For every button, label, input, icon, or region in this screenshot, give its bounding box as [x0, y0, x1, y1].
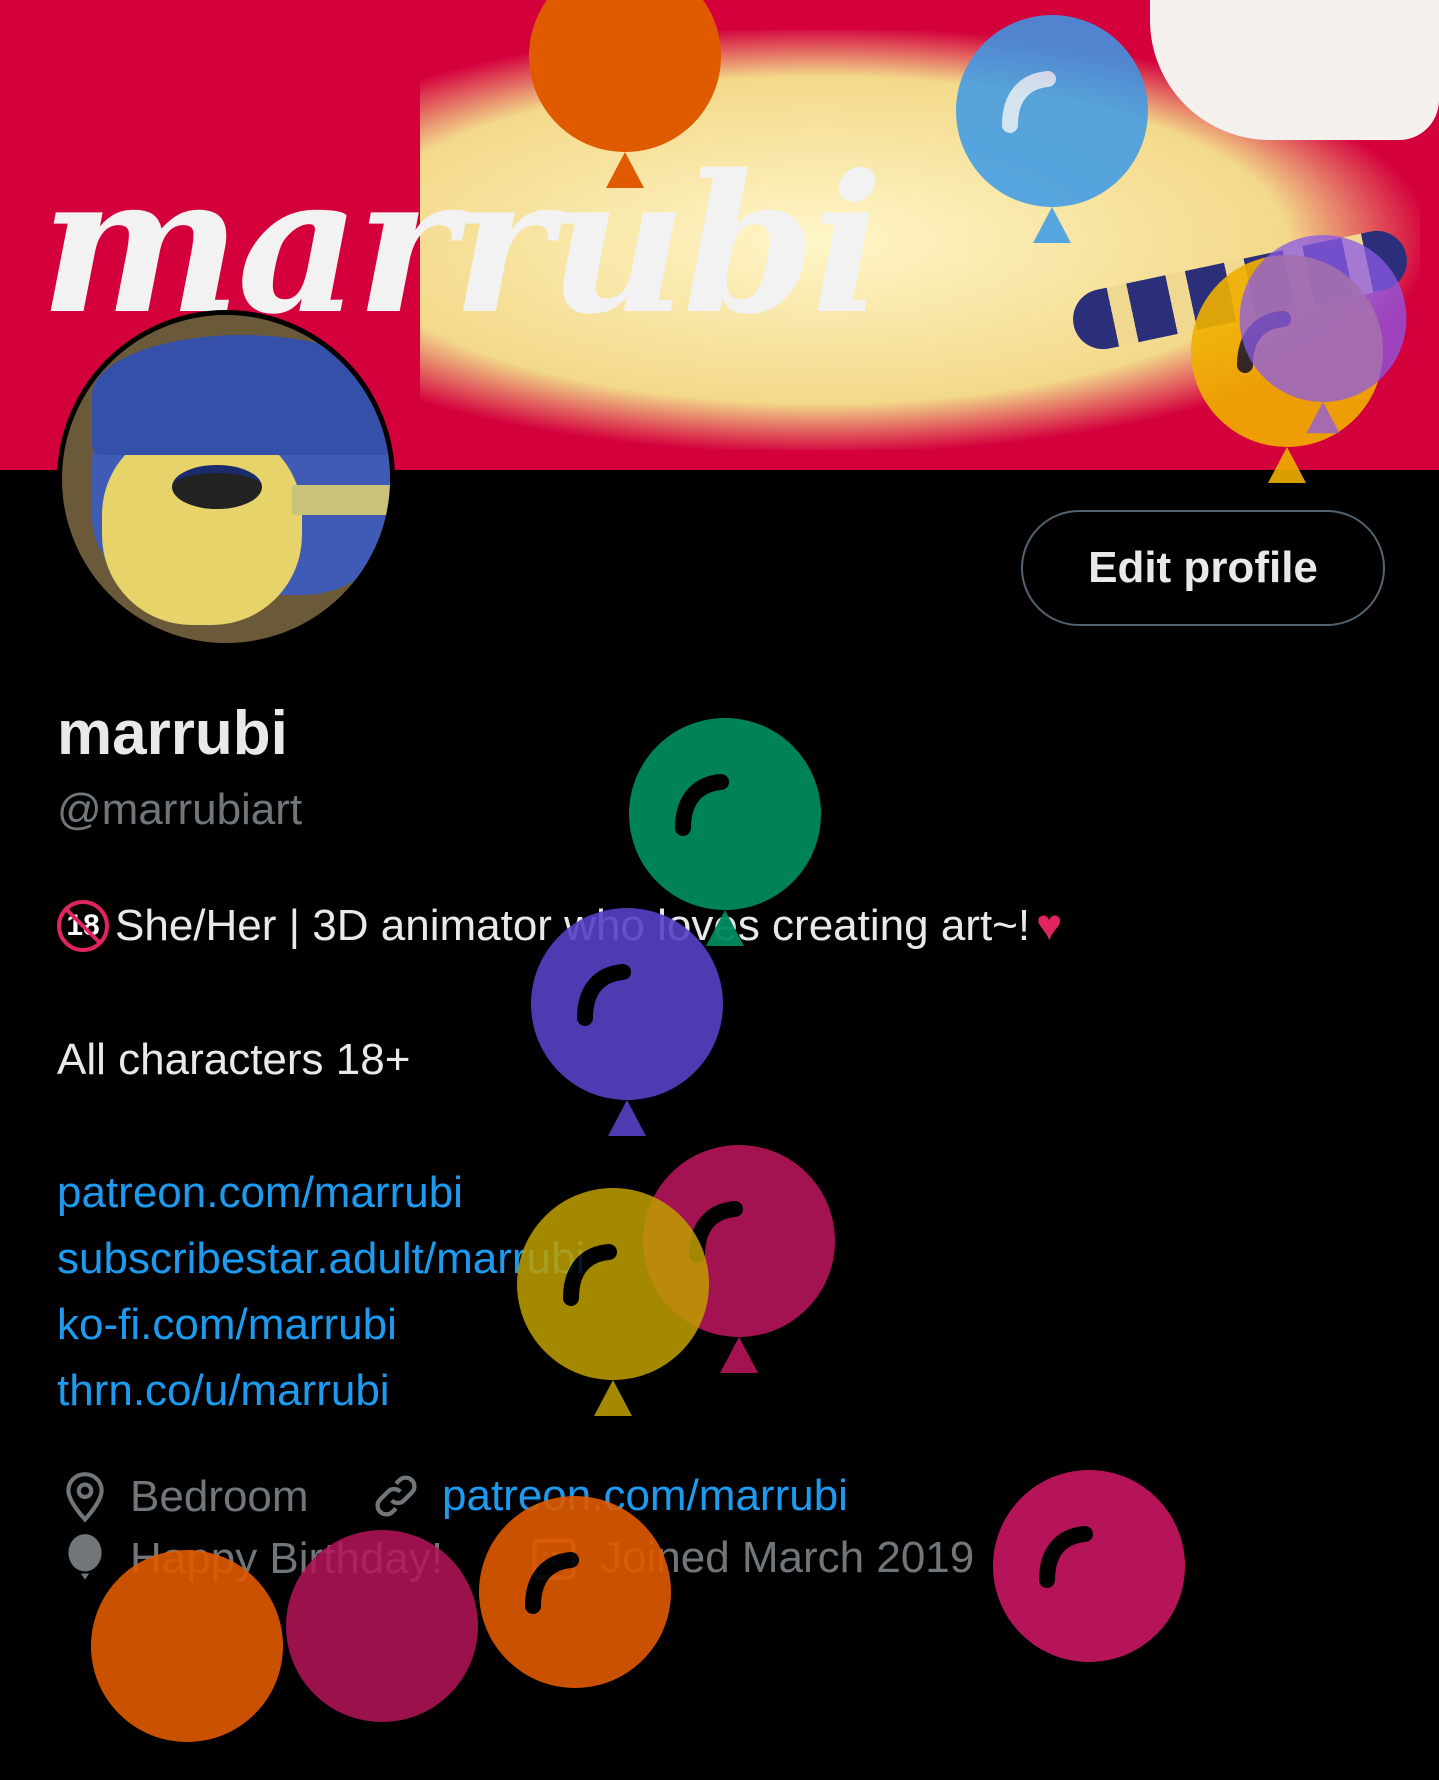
bio-disclaimer: All characters 18+	[57, 1035, 411, 1084]
balloon-icon	[1239, 235, 1407, 434]
balloon-icon	[531, 908, 723, 1136]
bio-link-kofi[interactable]: ko-fi.com/marrubi	[57, 1300, 397, 1350]
bio-link-subscribestar[interactable]: subscribestar.adult/marrubi	[57, 1234, 585, 1284]
balloon-icon	[479, 1496, 671, 1688]
avatar-eye	[172, 465, 262, 509]
heart-icon: ♥	[1036, 901, 1063, 950]
avatar-band	[292, 485, 390, 515]
edit-profile-button[interactable]: Edit profile	[1021, 510, 1385, 626]
avatar-face	[102, 425, 302, 625]
avatar[interactable]	[57, 310, 395, 648]
avatar-bangs	[92, 335, 390, 455]
balloon-icon	[993, 1470, 1185, 1662]
location-item: Bedroom	[60, 1470, 309, 1524]
handle: @marrubiart	[57, 785, 303, 834]
display-name: marrubi	[57, 699, 288, 768]
no-under-18-icon: 18	[57, 900, 109, 952]
balloon-icon	[517, 1188, 709, 1416]
location-text: Bedroom	[130, 1472, 309, 1521]
balloon-icon	[529, 0, 721, 188]
bio-link-patreon[interactable]: patreon.com/marrubi	[57, 1168, 463, 1218]
link-icon	[375, 1475, 417, 1517]
balloon-icon	[286, 1530, 478, 1722]
banner-title: marrubi	[40, 133, 884, 356]
balloon-icon	[956, 15, 1148, 243]
location-pin-icon	[66, 1472, 104, 1523]
balloon-icon	[91, 1550, 283, 1742]
bio-link-throne[interactable]: thrn.co/u/marrubi	[57, 1366, 390, 1416]
